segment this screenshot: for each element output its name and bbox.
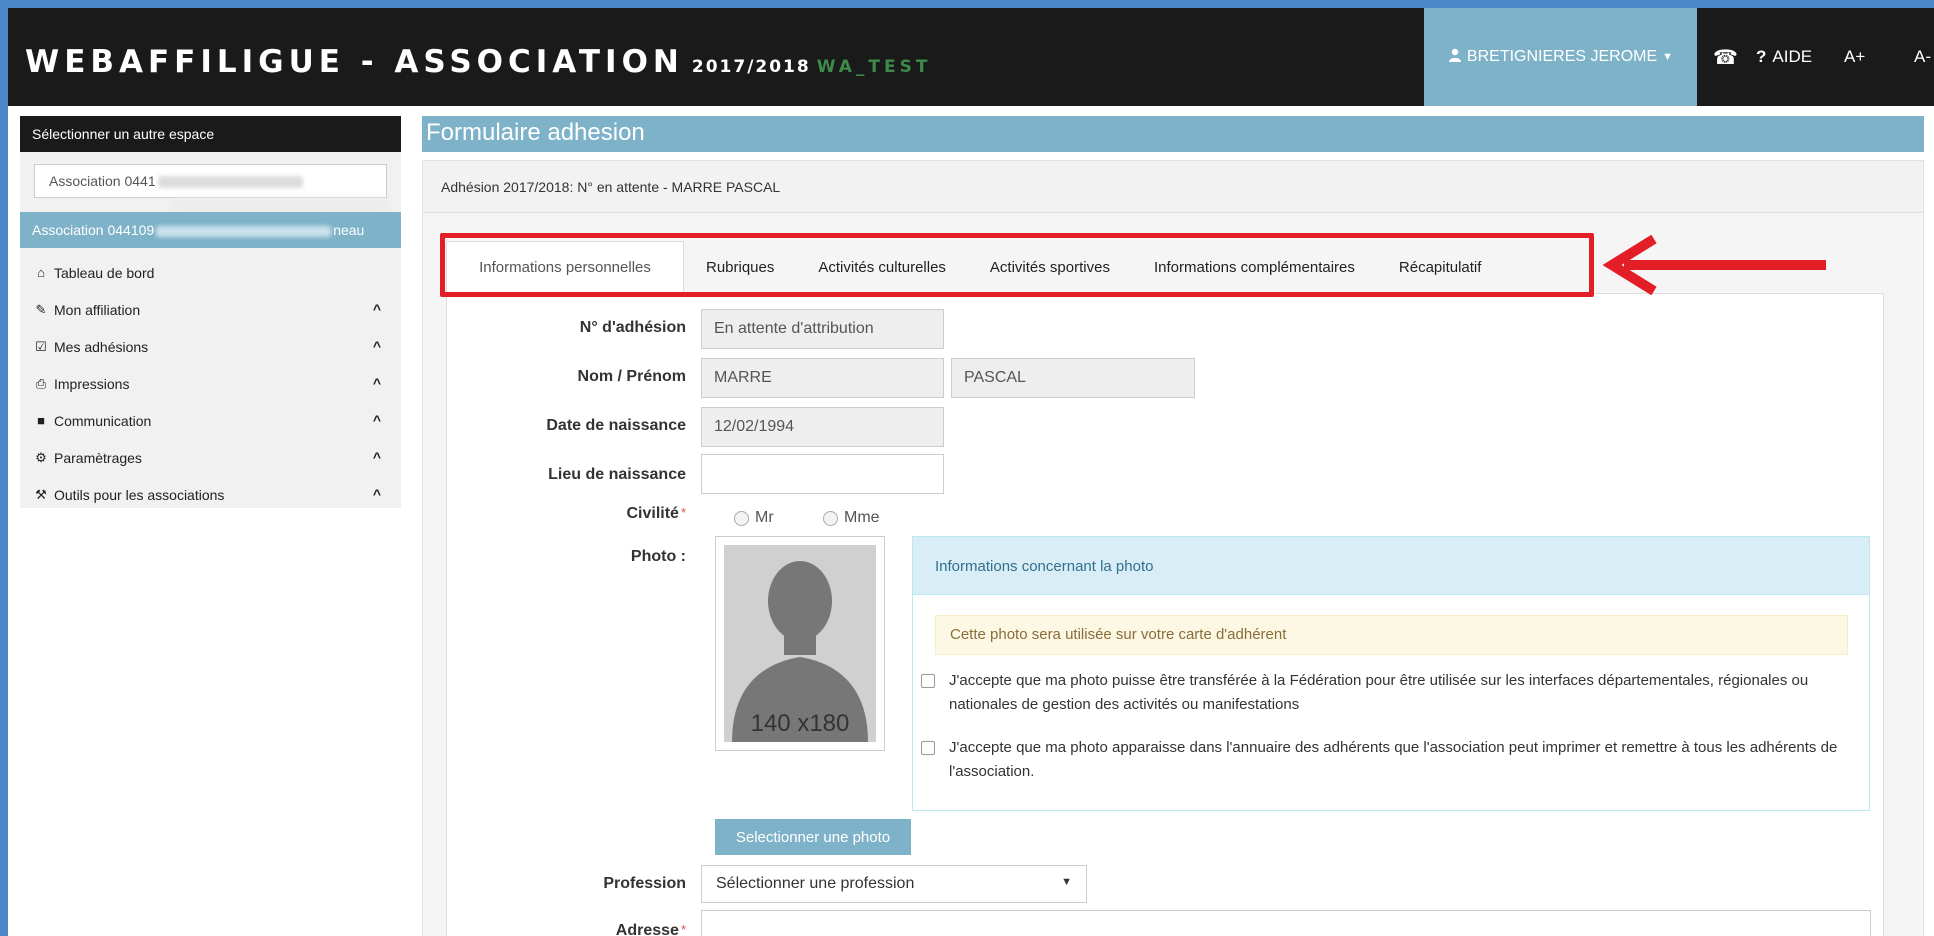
checkbox-box[interactable] — [921, 741, 935, 755]
user-menu[interactable]: BRETIGNIERES JEROME ▼ — [1424, 8, 1697, 106]
sidebar-item-label: Paramètrages — [54, 449, 142, 466]
photo-size-label: 140 x180 — [750, 710, 850, 737]
help-link[interactable]: ? AIDE — [1756, 8, 1812, 106]
photo-info-panel: Informations concernant la photo Cette p… — [912, 536, 1870, 811]
chevron-up-icon: ^ — [372, 338, 381, 354]
page-title: Formulaire adhesion — [422, 116, 1924, 152]
space-select-value: Association 0441 — [49, 173, 156, 189]
adhesion-number-label: N° d'adhésion — [579, 319, 686, 336]
top-navbar: WEBAFFILIGUE - ASSOCIATION 2017/2018 WA_TE… — [8, 8, 1934, 106]
first-name-field: PASCAL — [951, 358, 1195, 398]
chevron-up-icon: ^ — [372, 412, 381, 428]
panel-heading: Adhésion 2017/2018: N° en attente - MARR… — [423, 161, 1923, 213]
annotation-highlight-box — [440, 233, 1594, 297]
consent-federation-checkbox[interactable]: J'accepte que ma photo puisse être trans… — [921, 669, 1851, 717]
photo-notice: Cette photo sera utilisée sur votre cart… — [935, 615, 1848, 655]
app-name: WEBAFFILIGUE - ASSOCIATION — [25, 44, 684, 80]
sidebar-item-label: Impressions — [54, 375, 130, 392]
birth-date-field: 12/02/1994 — [701, 407, 944, 447]
redacted-text — [156, 225, 332, 237]
window-frame-left — [0, 0, 8, 936]
window-frame-top — [0, 0, 1934, 8]
photo-preview: 140 x180 — [715, 536, 885, 751]
sidebar-item-impressions[interactable]: ⎙ Impressions ^ — [20, 365, 401, 402]
photo-placeholder: 140 x180 — [724, 545, 876, 742]
sidebar-item-outils[interactable]: ⚒ Outils pour les associations ^ — [20, 476, 401, 513]
chevron-down-icon: ▼ — [1061, 876, 1072, 888]
photo-label: Photo : — [630, 548, 686, 565]
checkbox-box[interactable] — [921, 674, 935, 688]
wrench-icon: ⚒ — [35, 486, 47, 502]
chevron-up-icon: ^ — [372, 301, 381, 317]
help-label: AIDE — [1772, 47, 1813, 66]
last-name-field: MARRE — [701, 358, 944, 398]
print-icon: ⎙ — [35, 375, 47, 391]
birth-place-input[interactable] — [701, 454, 944, 494]
address-input[interactable] — [701, 910, 1871, 936]
pencil-icon: ✎ — [35, 301, 47, 317]
edit-icon: ☑ — [35, 338, 47, 354]
sidebar-item-label: Mon affiliation — [54, 301, 141, 318]
sidebar-item-mon-affiliation[interactable]: ✎ Mon affiliation ^ — [20, 291, 401, 328]
civility-mr-radio[interactable]: Mr — [734, 509, 774, 527]
profession-label: Profession — [603, 875, 686, 892]
chevron-down-icon: ▼ — [1662, 51, 1674, 63]
space-select[interactable]: Association 0441 ▼ — [34, 164, 1644, 198]
sidebar-heading: Sélectionner un autre espace — [20, 116, 401, 152]
gear-icon: ⚙ — [35, 449, 47, 465]
chevron-up-icon: ^ — [372, 486, 381, 502]
sidebar-item-communication[interactable]: ■ Communication ^ — [20, 402, 401, 439]
home-icon: ⌂ — [37, 265, 45, 280]
redacted-text — [157, 176, 303, 189]
civility-label: Civilité * — [426, 505, 686, 523]
sidebar-nav: ⌂ Tableau de bord ✎ Mon affiliation ^ ☑ … — [20, 254, 401, 513]
sidebar-item-label: Tableau de bord — [54, 264, 155, 281]
current-association[interactable]: Association 044109 neau — [20, 212, 401, 248]
adhesion-number-field: En attente d'attribution — [701, 309, 944, 349]
address-label: Adresse * — [426, 922, 686, 936]
radio-label: Mr — [755, 509, 774, 526]
required-mark: * — [680, 922, 686, 936]
name-label: Nom / Prénom — [577, 368, 686, 385]
season-label: 2017/2018 — [691, 57, 811, 77]
sidebar-item-label: Outils pour les associations — [54, 486, 225, 503]
association-label-end: neau — [333, 222, 365, 238]
birth-place-label: Lieu de naissance — [548, 466, 686, 483]
required-mark: * — [680, 505, 686, 520]
sidebar: Sélectionner un autre espace Association… — [20, 116, 1644, 508]
sidebar-item-label: Mes adhésions — [54, 338, 149, 355]
sidebar-item-parametrages[interactable]: ⚙ Paramètrages ^ — [20, 439, 401, 476]
question-icon: ? — [1756, 47, 1767, 66]
app-brand[interactable]: WEBAFFILIGUE - ASSOCIATION 2017/2018 WA_TE… — [25, 44, 931, 80]
select-photo-button[interactable]: Selectionner une photo — [715, 819, 911, 855]
font-decrease-button[interactable]: A- — [1914, 8, 1931, 106]
font-increase-button[interactable]: A+ — [1844, 8, 1865, 106]
comment-icon: ■ — [37, 413, 45, 428]
environment-label: WA_TEST — [816, 57, 932, 77]
profession-select-value: Sélectionner une profession — [716, 875, 915, 892]
profession-select[interactable]: Sélectionner une profession ▼ — [701, 865, 1087, 903]
consent-directory-text: J'accepte que ma photo apparaisse dans l… — [949, 739, 1838, 780]
user-icon — [1448, 48, 1462, 67]
radio-label: Mme — [844, 509, 880, 526]
association-label-start: Association 044109 — [32, 222, 155, 238]
photo-info-heading: Informations concernant la photo — [913, 537, 1869, 595]
radio-circle — [734, 510, 749, 526]
sidebar-item-mes-adhesions[interactable]: ☑ Mes adhésions ^ — [20, 328, 401, 365]
sidebar-item-label: Communication — [54, 412, 152, 429]
consent-federation-text: J'accepte que ma photo puisse être trans… — [949, 672, 1809, 713]
consent-directory-checkbox[interactable]: J'accepte que ma photo apparaisse dans l… — [921, 736, 1851, 784]
birth-date-label: Date de naissance — [546, 417, 686, 434]
civility-label-text: Civilité — [626, 505, 679, 522]
user-name: BRETIGNIERES JEROME — [1466, 48, 1658, 65]
chevron-up-icon: ^ — [372, 375, 381, 391]
chevron-up-icon: ^ — [372, 449, 381, 465]
radio-circle — [823, 510, 838, 526]
phone-icon[interactable]: ☎ — [1713, 8, 1738, 106]
address-label-text: Adresse — [615, 922, 679, 936]
sidebar-item-tableau-de-bord[interactable]: ⌂ Tableau de bord — [20, 254, 401, 291]
civility-mme-radio[interactable]: Mme — [823, 509, 880, 527]
annotation-arrow-icon — [1602, 235, 1826, 295]
